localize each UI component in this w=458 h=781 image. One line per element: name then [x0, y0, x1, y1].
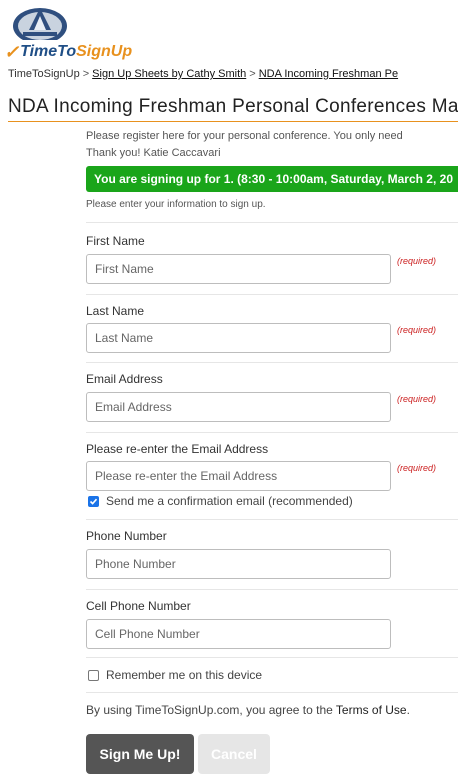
terms-text: By using TimeToSignUp.com, you agree to …	[86, 703, 410, 717]
intro-line-2: Thank you! Katie Caccavari	[86, 147, 221, 159]
brand-logo[interactable]: ✓ TimeTo SignUp	[4, 42, 132, 62]
divider	[86, 692, 458, 693]
breadcrumb-home[interactable]: TimeToSignUp	[8, 68, 80, 80]
terms-of-use-link[interactable]: Terms of Use	[336, 703, 407, 717]
email-confirm-input[interactable]	[86, 461, 391, 491]
school-seal-logo	[13, 8, 67, 40]
email-label: Email Address	[86, 372, 163, 386]
required-indicator: (required)	[397, 325, 437, 335]
sign-me-up-button[interactable]: Sign Me Up!	[86, 734, 194, 774]
divider	[86, 294, 458, 295]
signup-slot-banner: You are signing up for 1. (8:30 - 10:00a…	[86, 166, 458, 192]
brand-name-part1: TimeTo	[20, 43, 77, 60]
breadcrumb-separator: >	[249, 68, 256, 80]
send-confirmation-checkbox-row[interactable]: Send me a confirmation email (recommende…	[88, 494, 353, 508]
breadcrumb: TimeToSignUp > Sign Up Sheets by Cathy Smi…	[8, 68, 398, 80]
remember-me-label: Remember me on this device	[106, 668, 263, 682]
cell-phone-input[interactable]	[86, 619, 391, 649]
page-title: NDA Incoming Freshman Personal Conferenc…	[8, 96, 458, 117]
send-confirmation-label: Send me a confirmation email (recommende…	[106, 494, 353, 508]
divider	[86, 362, 458, 363]
last-name-input[interactable]	[86, 323, 391, 353]
intro-line-1: Please register here for your personal c…	[86, 130, 403, 142]
divider	[86, 589, 458, 590]
divider	[86, 222, 458, 223]
cell-phone-label: Cell Phone Number	[86, 599, 191, 613]
instructions-text: Please enter your information to sign up…	[86, 199, 266, 210]
first-name-label: First Name	[86, 234, 145, 248]
checkbox-unchecked[interactable]	[88, 669, 99, 681]
last-name-label: Last Name	[86, 304, 145, 318]
terms-prefix: By using TimeToSignUp.com, you agree to …	[86, 703, 333, 717]
divider	[86, 432, 458, 433]
first-name-input[interactable]	[86, 254, 391, 284]
phone-input[interactable]	[86, 549, 391, 579]
phone-label: Phone Number	[86, 529, 167, 543]
cancel-button[interactable]: Cancel	[198, 734, 270, 774]
terms-suffix: .	[406, 703, 410, 717]
divider	[86, 519, 458, 520]
checkmark-icon	[89, 498, 98, 505]
checkmark-icon: ✓	[4, 41, 20, 62]
brand-name-part2: SignUp	[76, 43, 133, 60]
breadcrumb-link-current[interactable]: NDA Incoming Freshman Pe	[259, 68, 398, 80]
email-input[interactable]	[86, 392, 391, 422]
breadcrumb-link-sheets[interactable]: Sign Up Sheets by Cathy Smith	[92, 68, 246, 80]
required-indicator: (required)	[397, 394, 437, 404]
divider	[86, 657, 458, 658]
required-indicator: (required)	[397, 256, 437, 266]
checkbox-checked[interactable]	[88, 495, 99, 507]
email-confirm-label: Please re-enter the Email Address	[86, 442, 269, 456]
remember-me-checkbox-row[interactable]: Remember me on this device	[88, 668, 262, 682]
title-divider	[8, 121, 458, 122]
required-indicator: (required)	[397, 463, 437, 473]
breadcrumb-separator: >	[82, 68, 90, 80]
intro-text: Please register here for your personal c…	[86, 128, 403, 162]
